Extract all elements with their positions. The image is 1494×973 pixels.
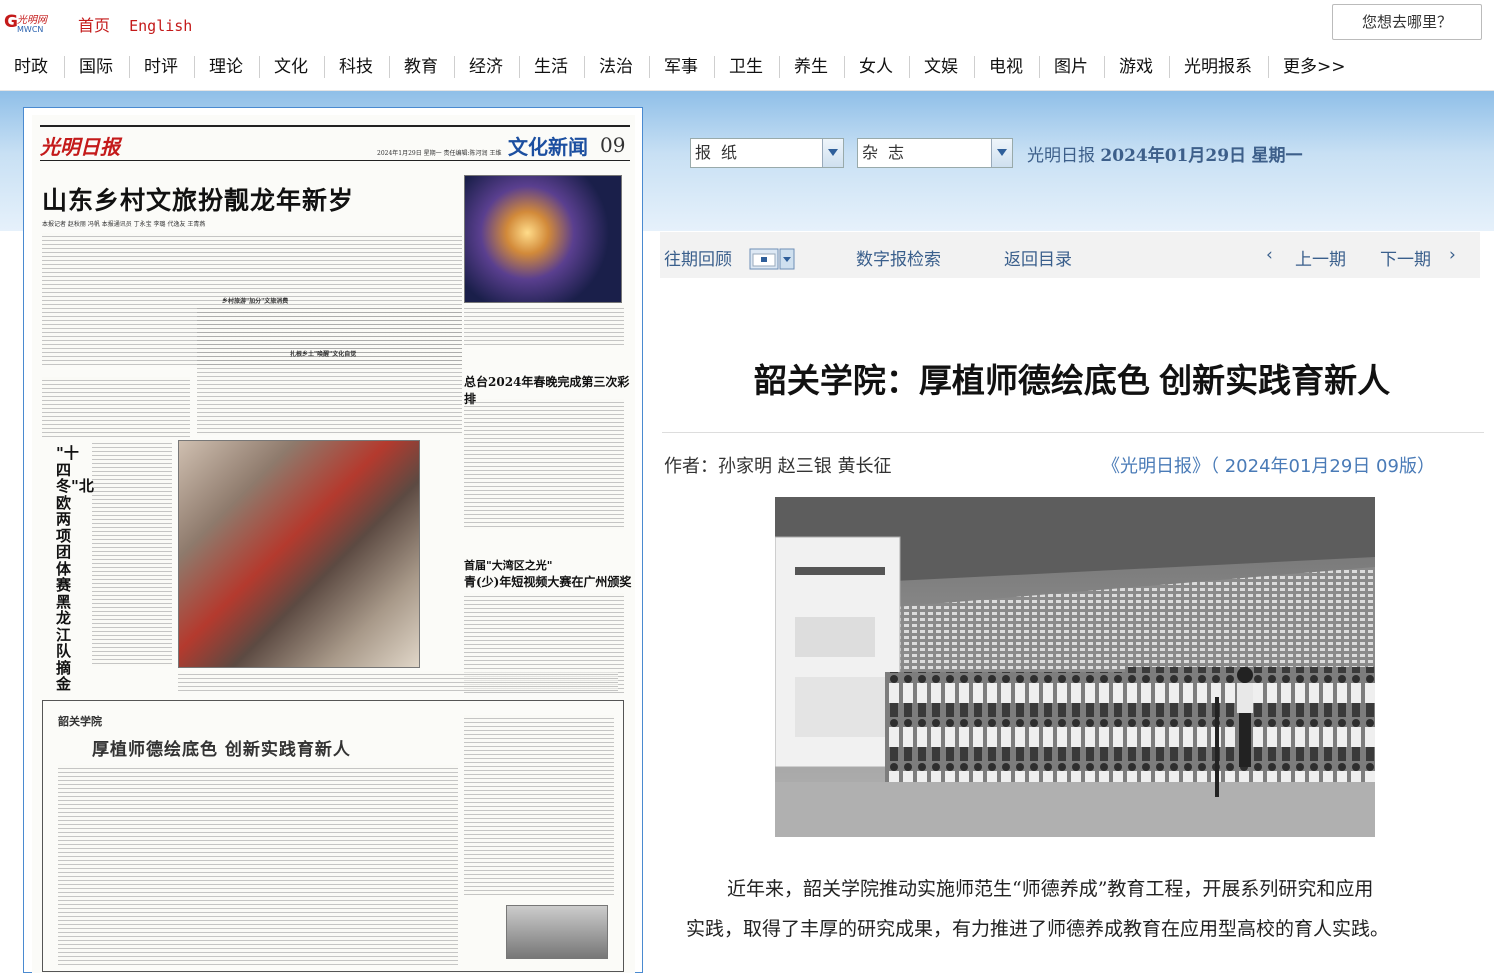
article-title: 韶关学院：厚植师德绘底色 创新实践育新人 xyxy=(753,362,1391,399)
paper-headline-3[interactable]: 青(少)年短视频大赛在广州颁奖 xyxy=(464,573,631,590)
nav-item[interactable]: 更多>> xyxy=(1269,56,1362,78)
newspaper-select-value: 报纸 xyxy=(695,143,748,162)
issue-info: 光明日报 2024年01月29日 星期一 xyxy=(1027,141,1302,166)
text-block xyxy=(58,765,458,965)
nav-item[interactable]: 电视 xyxy=(975,56,1040,78)
svg-text:G: G xyxy=(4,12,18,32)
caption-block xyxy=(178,671,618,691)
nav-item[interactable]: 卫生 xyxy=(715,56,780,78)
paper-photo-museum[interactable] xyxy=(178,440,420,668)
site-search-input[interactable]: 您想去哪里？ xyxy=(1332,4,1482,40)
gmw-logo[interactable]: G 光明网 MWCN xyxy=(4,10,66,34)
nav-item[interactable]: 养生 xyxy=(780,56,845,78)
text-block xyxy=(92,440,172,666)
prev-issue-link[interactable]: 上一期 xyxy=(1295,245,1346,270)
paper-photo-lantern[interactable] xyxy=(464,175,622,303)
paper-dateline: 2024年1月29日 星期一 责任编辑:陈河润 王维 xyxy=(377,150,502,157)
home-link[interactable]: 首页 xyxy=(78,16,110,35)
paper-photo-small[interactable] xyxy=(506,905,608,959)
nav-item[interactable]: 法治 xyxy=(585,56,650,78)
nav-item[interactable]: 生活 xyxy=(520,56,585,78)
article-source: 《光明日报》（ 2024年01月29日 09版） xyxy=(1102,456,1435,477)
nav-item[interactable]: 光明报系 xyxy=(1170,56,1269,78)
english-link[interactable]: English xyxy=(129,17,192,35)
magazine-select[interactable]: 杂志 xyxy=(857,138,1013,168)
nav-item[interactable]: 科技 xyxy=(325,56,390,78)
text-block xyxy=(42,377,190,437)
toc-link[interactable]: 返回目录 xyxy=(1004,245,1072,270)
text-block xyxy=(464,399,624,529)
nav-item[interactable]: 文化 xyxy=(260,56,325,78)
newspaper-select[interactable]: 报纸 xyxy=(690,138,844,168)
chevron-down-icon[interactable] xyxy=(991,139,1012,167)
divider xyxy=(662,432,1484,433)
next-issue-link[interactable]: 下一期 xyxy=(1380,245,1431,270)
channel-nav: 时政 国际 时评 理论 文化 科技 教育 经济 生活 法治 军事 卫生 养生 女人 文娱 电视 图片 游戏 光明报系… xyxy=(0,44,1494,91)
digital-search-link[interactable]: 数字报检索 xyxy=(856,245,941,270)
text-block xyxy=(464,715,614,895)
paper-vertical-headline[interactable]: "十四冬"北欧两项团体赛黑龙江队摘金 xyxy=(56,445,94,693)
nav-item[interactable]: 军事 xyxy=(650,56,715,78)
paper-box-label: 韶关学院 xyxy=(58,715,102,728)
paper-byline: 本报记者 赵秋丽 冯帆 本报通讯员 丁永宝 李璐 代逸友 王青燕 xyxy=(42,221,206,228)
article-paragraph-line: 实践，取得了丰厚的研究成果，有力推进了师德养成教育在应用型高校的育人实践。 xyxy=(686,918,1390,940)
nav-item[interactable]: 游戏 xyxy=(1105,56,1170,78)
paper-masthead: 光明日报 xyxy=(40,135,120,159)
text-block xyxy=(464,305,624,345)
chevron-down-icon[interactable] xyxy=(822,139,843,167)
past-issues-link[interactable]: 往期回顾 xyxy=(664,245,732,270)
nav-item[interactable]: 文娱 xyxy=(910,56,975,78)
top-bar: G 光明网 MWCN 首页 English 您想去哪里？ xyxy=(0,0,1494,44)
article-photo xyxy=(775,497,1375,837)
nav-item[interactable]: 时政 xyxy=(0,56,65,78)
paper-subhead: 乡村旅游"加分"文旅消费 xyxy=(222,298,289,305)
magazine-select-value: 杂志 xyxy=(862,143,915,162)
issue-weekday: 星期一 xyxy=(1251,146,1303,166)
text-block xyxy=(197,305,462,435)
issue-date: 2024年01月29日 xyxy=(1100,146,1247,166)
svg-text:MWCN: MWCN xyxy=(17,25,43,34)
paper-headline[interactable]: 山东乡村文旅扮靓龙年新岁 xyxy=(42,181,354,217)
issue-paper-name: 光明日报 xyxy=(1027,146,1095,166)
nav-item[interactable]: 图片 xyxy=(1040,56,1105,78)
nav-item[interactable]: 时评 xyxy=(130,56,195,78)
paper-headline-3-top[interactable]: 首届"大湾区之光" xyxy=(464,557,552,573)
nav-item[interactable]: 国际 xyxy=(65,56,130,78)
paper-page-number: 09 xyxy=(600,133,626,157)
chevron-right-icon[interactable]: › xyxy=(1449,245,1456,265)
paper-box-title[interactable]: 厚植师德绘底色 创新实践育新人 xyxy=(92,735,351,760)
nav-item[interactable]: 女人 xyxy=(845,56,910,78)
nav-item[interactable]: 教育 xyxy=(390,56,455,78)
chevron-left-icon[interactable]: ‹ xyxy=(1266,245,1273,265)
article-author: 作者：孙家明 赵三银 黄长征 xyxy=(664,456,892,477)
paper-section: 文化新闻 xyxy=(508,135,588,159)
article-paragraph-line: 近年来，韶关学院推动实施师范生“师德养成”教育工程，开展系列研究和应用 xyxy=(727,878,1374,900)
newspaper-page-image[interactable]: 光明日报 2024年1月29日 星期一 责任编辑:陈河润 王维 文化新闻 09 … xyxy=(32,115,635,973)
calendar-icon[interactable] xyxy=(749,248,795,270)
nav-item[interactable]: 经济 xyxy=(455,56,520,78)
paper-headline-2[interactable]: 总台2024年春晚完成第三次彩排 xyxy=(464,373,635,407)
paper-subhead: 扎根乡土"唤醒"文化自觉 xyxy=(290,351,357,358)
nav-item[interactable]: 理论 xyxy=(195,56,260,78)
